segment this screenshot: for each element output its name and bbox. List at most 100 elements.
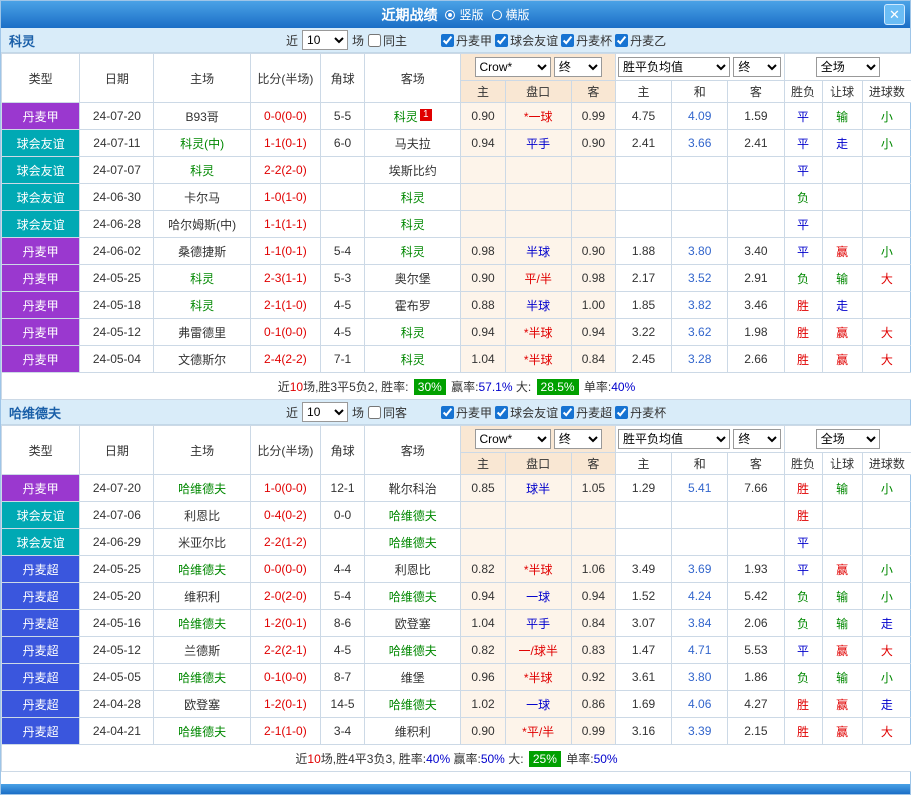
league-filter[interactable]: 丹麦杯 <box>561 32 612 49</box>
away-team: 奥尔堡 <box>365 265 461 292</box>
handicap-result <box>822 184 862 211</box>
league-filter-checkbox[interactable] <box>495 406 508 419</box>
league-filter-checkbox[interactable] <box>441 406 454 419</box>
eu-home-odds: 3.61 <box>615 664 671 691</box>
same-venue-checkbox[interactable]: 同客 <box>368 404 407 421</box>
asian-odds-filter-cell: Crow* 终 <box>461 54 616 81</box>
eu-away-odds: 2.41 <box>728 130 784 157</box>
same-venue-checkbox[interactable]: 同主 <box>368 32 407 49</box>
ah-home-odds: 1.02 <box>461 691 505 718</box>
home-team: 哈维德夫 <box>154 556 250 583</box>
league-filter[interactable]: 球会友谊 <box>495 404 558 421</box>
score: 2-4(2-2) <box>250 346 320 373</box>
corner-score: 5-4 <box>321 583 365 610</box>
league-filter[interactable]: 丹麦杯 <box>615 404 666 421</box>
handicap-result: 赢 <box>822 238 862 265</box>
league-filter-checkbox[interactable] <box>561 406 574 419</box>
match-result: 负 <box>784 184 822 211</box>
ah-away-odds: 0.83 <box>571 637 615 664</box>
eu-draw-odds: 4.24 <box>672 583 728 610</box>
ah-handicap: 平手 <box>505 130 571 157</box>
league-filter-checkbox[interactable] <box>441 34 454 47</box>
same-venue-checkbox-input[interactable] <box>368 34 381 47</box>
near-label: 近 <box>286 404 298 421</box>
handicap-result <box>822 157 862 184</box>
goals-result: 小 <box>862 583 911 610</box>
bookmaker-select[interactable]: Crow* <box>475 57 551 77</box>
bookmaker-select[interactable]: Crow* <box>475 429 551 449</box>
eu-away-odds: 5.42 <box>728 583 784 610</box>
odds-time-select-2[interactable]: 终 <box>733 57 781 77</box>
summary-part: 30% <box>414 379 446 395</box>
league-badge: 丹麦甲 <box>2 475 80 502</box>
recent-count-select[interactable]: 10 <box>302 402 348 422</box>
odds-time-select[interactable]: 终 <box>554 429 602 449</box>
ah-handicap <box>505 529 571 556</box>
match-result: 平 <box>784 637 822 664</box>
league-badge: 丹麦甲 <box>2 265 80 292</box>
asian-odds-filter-cell: Crow* 终 <box>461 426 616 453</box>
goals-result: 大 <box>862 346 911 373</box>
league-badge: 丹麦甲 <box>2 103 80 130</box>
odds-time-select-2[interactable]: 终 <box>733 429 781 449</box>
same-venue-checkbox-input[interactable] <box>368 406 381 419</box>
away-team: 哈维德夫 <box>365 502 461 529</box>
match-result: 胜 <box>784 319 822 346</box>
eu-draw-odds: 3.52 <box>672 265 728 292</box>
match-result: 负 <box>784 583 822 610</box>
ah-handicap: *平/半 <box>505 718 571 745</box>
ah-handicap: *半球 <box>505 346 571 373</box>
col-header-type: 类型 <box>2 54 80 103</box>
league-badge: 球会友谊 <box>2 211 80 238</box>
col-header-away: 客场 <box>365 54 461 103</box>
match-result: 平 <box>784 529 822 556</box>
recent-count-select[interactable]: 10 <box>302 30 348 50</box>
odds-time-select[interactable]: 终 <box>554 57 602 77</box>
league-filter[interactable]: 丹麦乙 <box>615 32 666 49</box>
ah-handicap <box>505 211 571 238</box>
match-row: 丹麦甲24-05-18科灵2-1(1-0)4-5霍布罗0.88半球1.001.8… <box>2 292 911 319</box>
wdl-average-select[interactable]: 胜平负均值 <box>618 57 730 77</box>
ah-home-odds <box>461 184 505 211</box>
league-filter-group: 丹麦甲球会友谊丹麦杯 丹麦乙 <box>441 32 666 49</box>
match-rows-body: 丹麦甲24-07-20B93哥0-0(0-0)5-5科灵10.90*一球0.99… <box>2 103 911 373</box>
league-badge: 丹麦超 <box>2 691 80 718</box>
league-filter-checkbox[interactable] <box>615 406 628 419</box>
home-team: 利恩比 <box>154 502 250 529</box>
close-button[interactable]: ✕ <box>884 4 905 25</box>
eu-home-odds <box>615 157 671 184</box>
layout-radio-vertical[interactable]: 竖版 <box>445 6 483 23</box>
col-header-away: 客场 <box>365 426 461 475</box>
ah-handicap: 平手 <box>505 610 571 637</box>
corner-score <box>321 529 365 556</box>
league-filter-checkbox[interactable] <box>615 34 628 47</box>
wdl-average-select[interactable]: 胜平负均值 <box>618 429 730 449</box>
league-filter[interactable]: 丹麦超 <box>561 404 612 421</box>
league-filter-checkbox[interactable] <box>561 34 574 47</box>
home-team: 哈维德夫 <box>154 475 250 502</box>
league-filter-label: 丹麦乙 <box>630 32 666 49</box>
away-team: 霍布罗 <box>365 292 461 319</box>
scope-filter-cell: 全场 <box>784 426 911 453</box>
layout-radio-horizontal[interactable]: 横版 <box>492 6 530 23</box>
match-result: 胜 <box>784 502 822 529</box>
ah-handicap-col: 盘口 <box>505 81 571 103</box>
match-result: 平 <box>784 130 822 157</box>
scope-select[interactable]: 全场 <box>816 429 880 449</box>
radio-unselected-icon <box>492 10 502 20</box>
score: 0-4(0-2) <box>250 502 320 529</box>
goals-result: 小 <box>862 103 911 130</box>
league-filter-checkbox[interactable] <box>495 34 508 47</box>
away-team: 埃斯比约 <box>365 157 461 184</box>
away-team: 科灵 <box>365 238 461 265</box>
summary-part: 大: <box>505 752 527 766</box>
league-filter[interactable]: 丹麦甲 <box>441 404 492 421</box>
summary-cell: 近10场,胜4平3负3, 胜率:40% 赢率:50% 大: 25% 单率:50% <box>2 745 911 772</box>
ah-away-odds: 0.84 <box>571 346 615 373</box>
league-filter[interactable]: 球会友谊 <box>495 32 558 49</box>
team-name: 哈维德夫 <box>1 403 286 422</box>
goals-result <box>862 529 911 556</box>
league-filter[interactable]: 丹麦甲 <box>441 32 492 49</box>
scope-select[interactable]: 全场 <box>816 57 880 77</box>
ah-home-odds: 0.94 <box>461 130 505 157</box>
